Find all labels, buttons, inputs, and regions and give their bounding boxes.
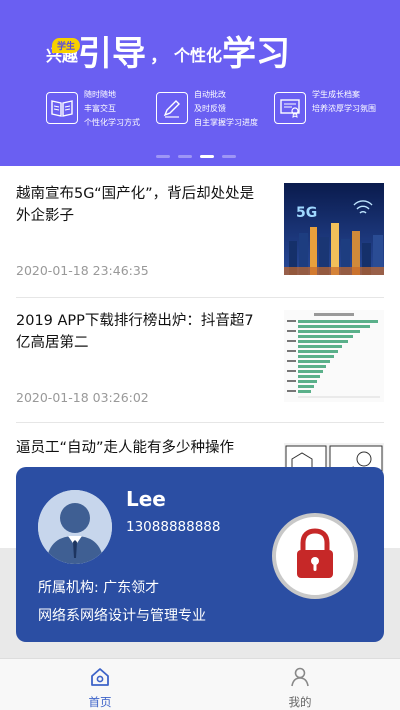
carousel-dot[interactable] — [178, 155, 192, 158]
feature-line: 个性化学习方式 — [84, 118, 140, 127]
user-organization: 所属机构: 广东领才 — [38, 580, 160, 596]
banner-title-part4: 学习 — [222, 34, 291, 74]
news-title: 越南宣布5G“国产化”，背后却处处是外企影子 — [16, 186, 255, 224]
feature-line: 随时随地 — [84, 90, 116, 99]
tab-label: 首页 — [88, 695, 112, 709]
news-time: 2020-01-18 03:26:02 — [16, 390, 149, 405]
lock-button[interactable] — [272, 513, 358, 599]
banner-title-sep: ， — [150, 46, 169, 67]
carousel-dot[interactable] — [222, 155, 236, 158]
carousel-dot-active[interactable] — [200, 155, 214, 158]
tab-mine[interactable]: 我的 — [200, 659, 400, 710]
news-item[interactable]: 越南宣布5G“国产化”，背后却处处是外企影子 2020-01-18 23:46:… — [16, 183, 384, 283]
banner-title-part2: 引导 — [78, 34, 147, 74]
user-phone: 13088888888 — [126, 519, 221, 535]
banner-title-part3: 个性化 — [174, 46, 223, 65]
news-item[interactable]: 2019 APP下载排行榜出炉：抖音超7亿高居第二 2020-01-18 03:… — [16, 310, 384, 410]
news-time: 2020-01-18 23:46:35 — [16, 263, 149, 278]
news-title: 逼员工“自动”走人能有多少种操作 — [16, 440, 235, 456]
book-icon — [46, 92, 78, 124]
divider — [16, 422, 384, 423]
feature-line: 培养浓厚学习氛围 — [312, 104, 376, 113]
avatar — [38, 490, 112, 564]
promo-banner[interactable]: 兴趣 引导 ， 个性化 学习 学生 随时随地 丰富交互 个性化学习方式 自动批改… — [0, 0, 400, 166]
certificate-icon — [274, 92, 306, 124]
feature-line: 及时反馈 — [194, 104, 226, 113]
user-name: Lee — [126, 487, 166, 511]
divider — [16, 297, 384, 298]
feature-line: 丰富交互 — [84, 104, 116, 113]
user-profile-card: Lee 13088888888 所属机构: 广东领才 网络系网络设计与管理专业 — [16, 467, 384, 642]
lock-icon — [293, 528, 337, 584]
city-5g-image: 5G — [284, 183, 384, 275]
tab-home[interactable]: 首页 — [0, 659, 200, 710]
svg-text:5G: 5G — [296, 205, 317, 221]
feature-item: 自动批改 及时反馈 自主掌握学习进度 — [156, 88, 258, 130]
feature-line: 自动批改 — [194, 90, 226, 99]
news-title: 2019 APP下载排行榜出炉：抖音超7亿高居第二 — [16, 313, 254, 351]
carousel-dot[interactable] — [156, 155, 170, 158]
home-icon — [89, 666, 111, 692]
feature-item: 随时随地 丰富交互 个性化学习方式 — [46, 88, 140, 130]
app-ranking-chart-image — [284, 310, 384, 402]
banner-title: 兴趣 引导 ， 个性化 学习 — [46, 34, 290, 74]
banner-features: 随时随地 丰富交互 个性化学习方式 自动批改 及时反馈 自主掌握学习进度 学生成… — [46, 88, 376, 130]
bottom-tab-bar: 首页 我的 — [0, 658, 400, 710]
user-icon — [289, 666, 311, 692]
student-badge: 学生 — [52, 38, 81, 53]
feature-line: 自主掌握学习进度 — [194, 118, 258, 127]
tab-label: 我的 — [288, 695, 312, 709]
user-major: 网络系网络设计与管理专业 — [38, 608, 206, 624]
edit-icon — [156, 92, 188, 124]
feature-line: 学生成长档案 — [312, 90, 360, 99]
carousel-indicator[interactable] — [156, 155, 236, 158]
feature-item: 学生成长档案 培养浓厚学习氛围 — [274, 88, 376, 130]
